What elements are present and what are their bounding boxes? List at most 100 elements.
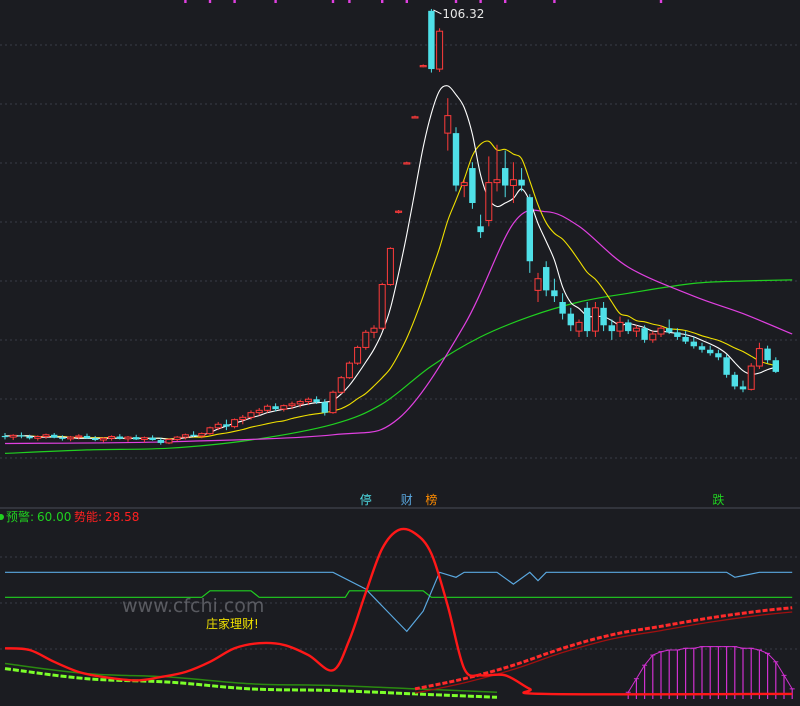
candle-body: [674, 332, 681, 337]
legend-momentum-colon: :: [98, 510, 102, 524]
candle-body: [67, 436, 75, 440]
candle-body: [124, 436, 132, 440]
candle-body: [157, 440, 164, 443]
candle-body: [329, 391, 337, 414]
candle: [231, 418, 239, 429]
candle-body: [59, 437, 66, 439]
candle-body: [362, 331, 370, 348]
candle-body: [772, 360, 779, 372]
candle-body: [493, 179, 501, 184]
candle-body: [51, 434, 58, 438]
candle-body: [534, 278, 542, 291]
candle-body: [559, 302, 566, 314]
candle-body: [411, 116, 419, 119]
candle: [165, 438, 173, 445]
candle-body: [657, 327, 665, 335]
candle-body: [641, 328, 648, 340]
candle-body: [682, 336, 689, 342]
candle: [436, 28, 444, 72]
signal-dot: [381, 0, 384, 3]
candle-body: [313, 399, 320, 403]
candle-body: [280, 405, 288, 410]
candle-body: [223, 424, 230, 427]
candle-body: [354, 346, 362, 364]
candle-body: [469, 168, 476, 203]
signal-dot: [274, 0, 277, 3]
candle-body: [337, 377, 345, 393]
signal-dot: [504, 0, 507, 3]
candle: [469, 162, 476, 209]
candle-body: [149, 437, 156, 441]
candle-body: [608, 325, 615, 332]
signal-label: 停: [360, 492, 372, 507]
candle-body: [739, 386, 747, 390]
candle: [747, 363, 755, 391]
candle: [386, 247, 394, 286]
candle-body: [755, 348, 763, 367]
candle-body: [247, 412, 255, 418]
candle-body: [600, 307, 607, 326]
candle-body: [526, 197, 533, 262]
legend-warning-colon: :: [30, 510, 34, 524]
candle-body: [206, 427, 214, 435]
candle-body: [731, 374, 738, 387]
candle-body: [190, 434, 197, 436]
candle-body: [116, 436, 123, 439]
signal-dot: [233, 0, 236, 3]
legend-warning-value: 60.00: [37, 510, 71, 524]
legend-momentum-label: 势能: [74, 510, 98, 524]
candle-body: [198, 433, 206, 437]
zhuangjia-label: 庄家理财!: [206, 616, 259, 631]
candle-body: [1, 435, 9, 438]
candle-body: [108, 436, 116, 439]
watermark-text: www.cfchi.com: [122, 595, 264, 617]
candle-body: [616, 321, 624, 332]
candle: [329, 390, 337, 414]
candle-body: [133, 437, 140, 440]
candle: [362, 329, 370, 350]
indicator-legend: 预警 : 60.00 势能 : 28.58: [0, 509, 139, 524]
candle-body: [345, 362, 353, 379]
candle-body: [764, 348, 771, 361]
candle-body: [214, 423, 222, 429]
candle-body: [444, 115, 452, 134]
candle-body: [666, 328, 673, 333]
candle-body: [584, 307, 591, 332]
candle-body: [707, 349, 714, 354]
candle-body: [370, 327, 378, 333]
candle-body: [460, 182, 468, 187]
candle-body: [403, 162, 411, 165]
candle-body: [625, 322, 632, 332]
chart-background: [0, 0, 800, 706]
candle-body: [272, 406, 279, 410]
signal-label: 财: [401, 493, 413, 507]
candle: [206, 426, 214, 435]
candle-body: [591, 307, 599, 332]
candle: [378, 282, 386, 330]
candle-body: [747, 365, 755, 390]
candle-body: [92, 438, 99, 441]
candle-body: [75, 435, 83, 438]
candle-body: [395, 210, 403, 213]
candle-body: [255, 409, 263, 414]
candle-body: [477, 226, 484, 233]
signal-dot: [208, 0, 212, 3]
candle-body: [304, 398, 312, 403]
candle-body: [428, 10, 435, 70]
candle-body: [543, 267, 550, 291]
signal-dot: [348, 0, 351, 3]
candle: [337, 375, 345, 395]
candle-body: [239, 416, 247, 421]
candle-body: [83, 435, 91, 439]
legend-warning-label: 预警: [6, 509, 30, 524]
candle-body: [165, 438, 173, 444]
candle-body: [715, 353, 722, 358]
signal-dot: [659, 0, 663, 3]
signal-dot: [454, 0, 458, 3]
signal-dot: [331, 0, 335, 3]
stock-chart: 106.32 停 财榜 跌 预警 : 60.00 势能 : 28.58 www.cf…: [0, 0, 800, 706]
signal-dot: [184, 0, 187, 3]
candle-body: [723, 357, 730, 375]
candle-body: [321, 402, 328, 413]
candle-body: [690, 341, 697, 347]
